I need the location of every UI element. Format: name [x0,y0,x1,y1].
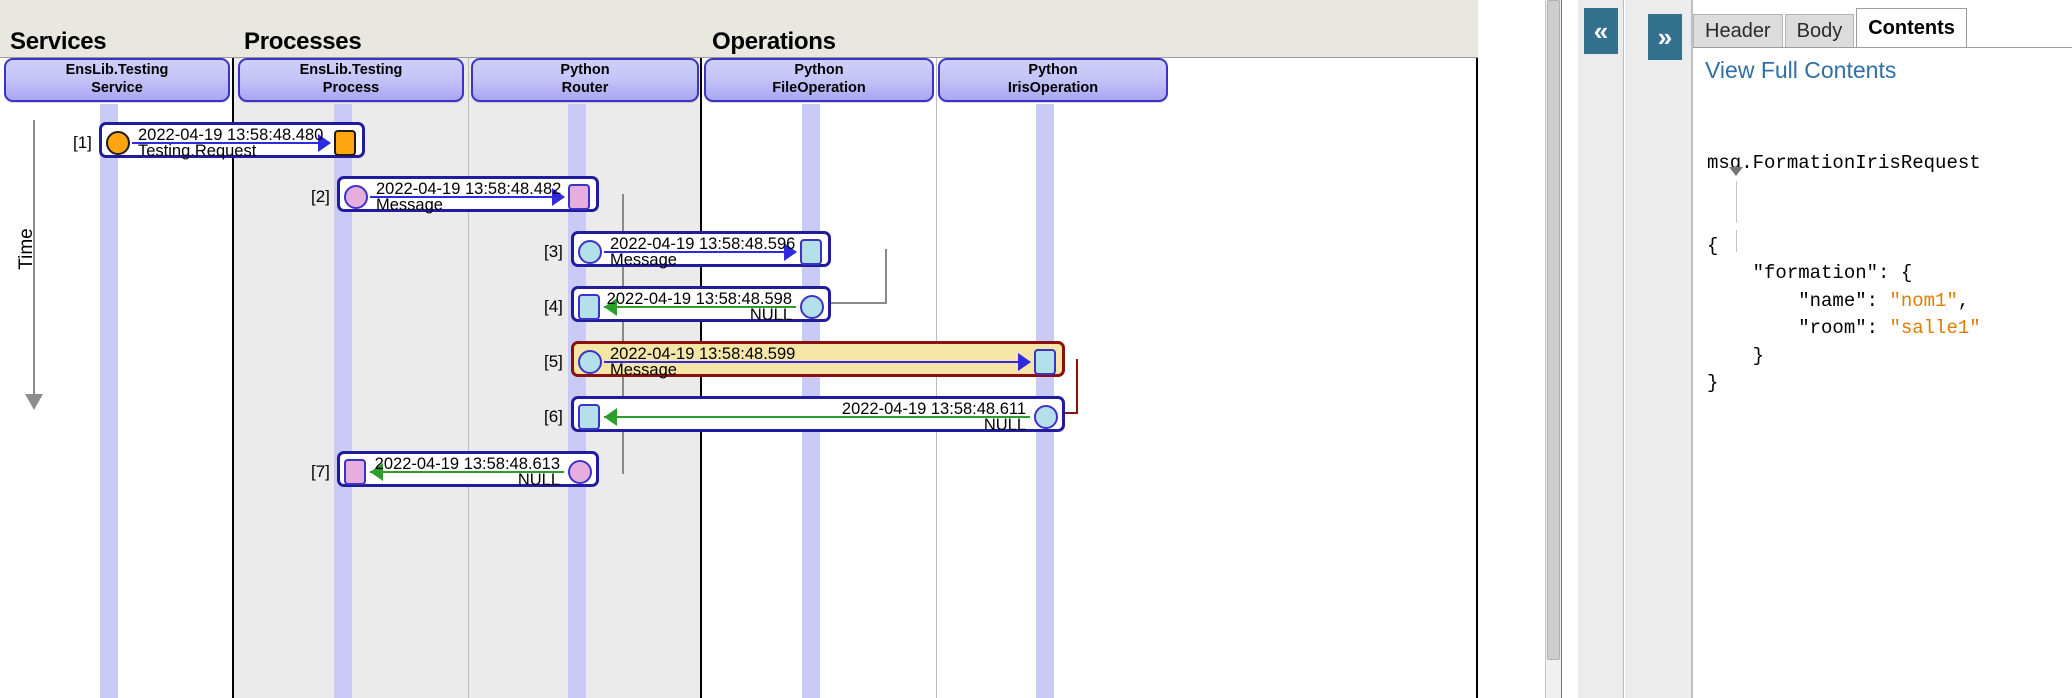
json-indent-guide-2 [1736,230,1737,252]
participant-line1: EnsLib.Testing [65,62,169,79]
diagram-vertical-scrollbar[interactable] [1545,0,1561,698]
message-name: Message [610,361,677,379]
participant-line2: Process [322,80,380,96]
message-target-marker [568,460,592,484]
band-title-processes: Processes [244,28,362,55]
json-line-5: } [1707,372,1719,395]
connector-5-to-6 [1064,359,1078,414]
json-line-0: { [1707,234,1719,257]
json-key: "name": [1707,289,1890,312]
left-gutter [1578,0,1624,698]
time-axis: Time [12,120,56,420]
message-name: Testing.Request [138,142,257,160]
participant-line1: Python [560,62,610,79]
message-source-marker [578,294,600,320]
participant-header-4[interactable]: Python IrisOperation [938,58,1168,102]
message-row[interactable]: 2022-04-19 13:58:48.611 NULL [571,396,1065,434]
message-index-7: [7] [311,462,330,481]
lane-separator-1 [936,58,937,698]
lifeline-0 [100,104,118,698]
participant-line2: Service [91,80,143,96]
message-target-marker [334,130,356,156]
message-index-1: [1] [73,133,92,152]
collapse-node-caret-icon[interactable] [1729,167,1743,176]
contents-json-viewer[interactable]: msg.FormationIrisRequest { "formation": … [1707,95,2066,536]
json-line-1: "formation": { [1707,262,1913,285]
json-key: "room": [1707,317,1890,340]
message-source-marker [344,185,368,209]
message-index-6: [6] [544,407,563,426]
view-full-contents-link[interactable]: View Full Contents [1705,57,1896,84]
detail-tab-bar: Header Body Contents [1693,8,1969,48]
json-punctuation: , [1957,289,1970,312]
message-name: NULL [983,416,1026,434]
message-target-marker [1034,405,1058,429]
right-gutter [1625,0,1692,698]
participant-line1: Python [794,62,844,79]
participant-line1: EnsLib.Testing [299,62,403,79]
time-axis-label: Time [15,228,37,270]
json-indent-guide [1736,181,1737,223]
message-row[interactable]: 2022-04-19 13:58:48.599 Message [571,341,1065,379]
collapse-left-button[interactable]: « [1584,8,1618,54]
json-line-2: "name": "nom1", [1707,288,2066,316]
message-name: Message [376,196,443,214]
participant-header-2[interactable]: Python Router [471,58,699,102]
tab-body[interactable]: Body [1784,14,1855,48]
message-index-2: [2] [311,187,330,206]
message-row[interactable]: 2022-04-19 13:58:48.613 NULL [337,451,599,489]
message-index-4: [4] [544,297,563,316]
arrow-left-icon [604,408,617,426]
message-row[interactable]: 2022-04-19 13:58:48.596 Message [571,231,831,269]
trace-viewer-window: Services Processes Operations EnsLib.Testi… [0,0,2072,698]
lane-separator-0 [468,58,469,698]
message-target-marker [1034,349,1056,375]
message-row[interactable]: 2022-04-19 13:58:48.482 Message [337,176,599,214]
band-title-services: Services [10,28,107,55]
message-source-marker [344,459,366,485]
json-string-value: "nom1" [1889,289,1958,312]
participant-line1: Python [1028,62,1078,79]
tab-contents[interactable]: Contents [1856,8,1967,48]
band-title-operations: Operations [712,28,836,55]
message-source-marker [578,240,602,264]
scrollbar-thumb[interactable] [1547,0,1560,660]
participant-line2: IrisOperation [1007,80,1099,96]
message-name: Message [610,251,677,269]
tab-header[interactable]: Header [1693,14,1783,48]
message-target-marker [568,184,590,210]
participant-line2: Router [561,80,609,96]
json-line-3: "room": "salle1" [1707,315,2066,343]
expand-right-button[interactable]: » [1648,14,1682,60]
json-lines: { "formation": { "name": "nom1", "room":… [1707,233,2066,398]
participant-header-3[interactable]: Python FileOperation [704,58,934,102]
participant-header-1[interactable]: EnsLib.Testing Process [238,58,464,102]
json-string-value: "salle1" [1889,317,1981,340]
participant-header-0[interactable]: EnsLib.Testing Service [4,58,230,102]
message-name: NULL [749,306,792,324]
tab-underline [1693,47,2072,48]
message-row[interactable]: 2022-04-19 13:58:48.598 NULL [571,286,831,324]
json-title: msg.FormationIrisRequest [1707,152,1981,175]
json-line-4: } [1707,344,1765,367]
message-source-marker [578,350,602,374]
visual-trace-diagram[interactable]: Services Processes Operations EnsLib.Testi… [0,0,1562,698]
message-name: NULL [517,471,560,489]
time-axis-arrow-icon [25,394,43,410]
connector-3-to-4 [831,249,887,304]
message-target-marker [800,239,822,265]
arrow-right-icon [1018,353,1031,371]
message-index-3: [3] [544,242,563,261]
message-row[interactable]: 2022-04-19 13:58:48.480 Testing.Request [99,122,365,160]
message-source-marker [106,131,130,155]
message-source-marker [578,404,600,430]
message-target-marker [800,295,824,319]
message-detail-panel: Header Body Contents View Full Contents ms… [1692,0,2072,698]
message-index-5: [5] [544,352,563,371]
participant-line2: FileOperation [772,80,866,96]
